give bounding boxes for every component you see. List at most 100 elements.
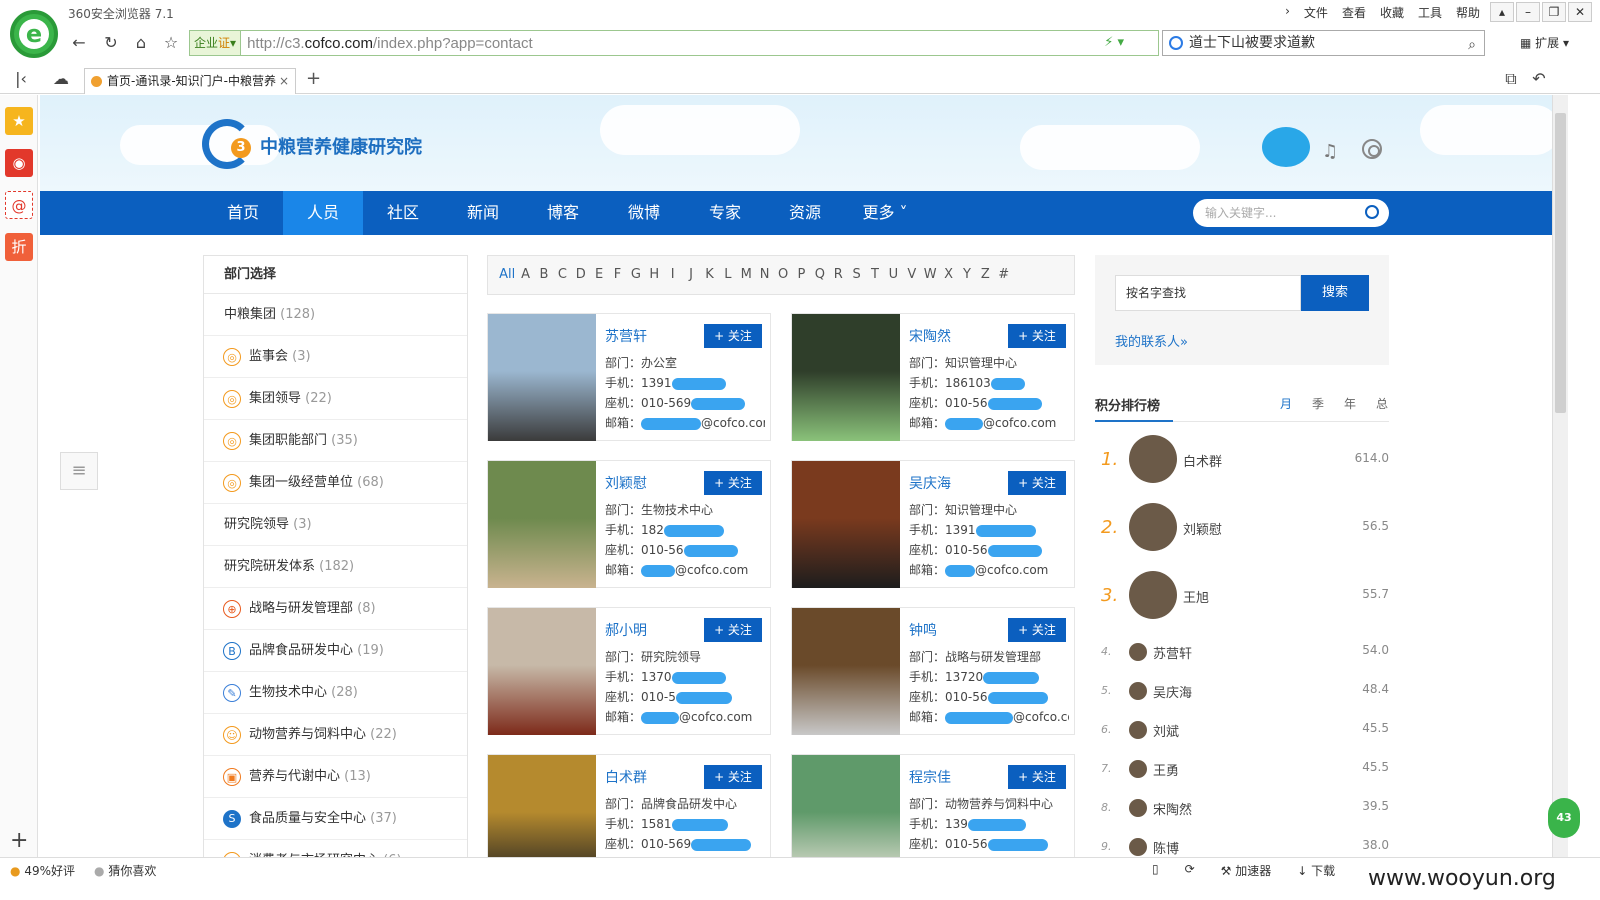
follow-button[interactable]: + 关注 <box>704 765 762 789</box>
site-name[interactable]: 中粮营养健康研究院 <box>260 133 422 159</box>
weibo-icon[interactable]: ◉ <box>5 149 33 177</box>
follow-button[interactable]: + 关注 <box>1008 324 1066 348</box>
follow-button[interactable]: + 关注 <box>704 618 762 642</box>
menu-tools[interactable]: 工具 <box>1418 4 1442 21</box>
accelerator-button[interactable]: ⚒ 加速器 <box>1221 862 1272 879</box>
alphabet-letter[interactable]: Y <box>958 256 976 294</box>
alphabet-letter[interactable]: G <box>627 256 645 294</box>
skin-icon[interactable]: ▴ <box>1490 2 1514 22</box>
department-item[interactable]: ◎ 监事会 (3) <box>204 336 467 378</box>
alphabet-letter[interactable]: D <box>572 256 590 294</box>
alphabet-letter[interactable]: M <box>737 256 755 294</box>
department-item[interactable]: ⊕ 战略与研发管理部 (8) <box>204 588 467 630</box>
department-item[interactable]: 中粮集团 (128) <box>204 294 467 336</box>
alphabet-letter[interactable]: O <box>774 256 792 294</box>
alphabet-letter[interactable]: All <box>498 256 516 294</box>
contact-photo[interactable] <box>488 755 596 865</box>
rank-avatar[interactable] <box>1129 838 1147 856</box>
star-icon[interactable]: ☆ <box>160 32 182 54</box>
nav-more[interactable]: 更多 ˅ <box>845 191 925 235</box>
alphabet-letter[interactable]: B <box>535 256 553 294</box>
menu-view[interactable]: 查看 <box>1342 4 1366 21</box>
tab-month[interactable]: 月 <box>1280 395 1292 412</box>
follow-button[interactable]: + 关注 <box>704 324 762 348</box>
guess-you-like[interactable]: ● 猜你喜欢 <box>94 862 156 879</box>
department-item[interactable]: ◎ 集团一级经营单位 (68) <box>204 462 467 504</box>
alphabet-letter[interactable]: P <box>792 256 810 294</box>
contact-name[interactable]: 苏营轩 <box>605 326 647 346</box>
menu-toggle-icon[interactable]: ≡ <box>60 452 98 490</box>
vertical-scrollbar[interactable] <box>1552 95 1568 865</box>
undo-close-icon[interactable]: ↶ <box>1528 68 1550 90</box>
department-item[interactable]: ◎ 集团职能部门 (35) <box>204 420 467 462</box>
url-text[interactable]: http://c3.cofco.com/index.php?app=contac… <box>241 35 533 52</box>
rank-name[interactable]: 王旭 <box>1183 587 1209 606</box>
menu-file[interactable]: 文件 <box>1304 4 1328 21</box>
nav-resources[interactable]: 资源 <box>765 191 845 235</box>
alphabet-letter[interactable]: S <box>847 256 865 294</box>
rank-avatar[interactable] <box>1129 760 1147 778</box>
tab-quarter[interactable]: 季 <box>1312 395 1324 412</box>
user-avatar[interactable] <box>1262 127 1310 167</box>
sidebar-add-icon[interactable]: + <box>10 828 28 853</box>
contact-card[interactable]: 宋陶然 + 关注 部门：知识管理中心 手机：186103 座机：010-56 邮箱： @co… <box>791 313 1075 441</box>
nav-weibo[interactable]: 微博 <box>604 191 684 235</box>
menu-favorites[interactable]: 收藏 <box>1380 4 1404 21</box>
contact-card[interactable]: 刘颖慰 + 关注 部门：生物技术中心 手机：182 座机：010-56 邮箱： @cofco… <box>487 460 771 588</box>
contact-card[interactable]: 程宗佳 + 关注 部门：动物营养与饲料中心 手机：139 座机：010-56 <box>791 754 1075 865</box>
alphabet-letter[interactable]: W <box>921 256 939 294</box>
restore-tab-icon[interactable]: ⧉ <box>1500 68 1522 90</box>
rank-name[interactable]: 刘颖慰 <box>1183 519 1222 538</box>
contact-card[interactable]: 吴庆海 + 关注 部门：知识管理中心 手机：1391 座机：010-56 邮箱： @cofc… <box>791 460 1075 588</box>
tab-year[interactable]: 年 <box>1344 395 1356 412</box>
my-contacts-link[interactable]: 我的联系人» <box>1115 331 1188 350</box>
contact-name[interactable]: 钟鸣 <box>909 620 937 640</box>
contact-name[interactable]: 宋陶然 <box>909 326 951 346</box>
department-item[interactable]: ☺ 动物营养与饲料中心 (22) <box>204 714 467 756</box>
discount-icon[interactable]: 折 <box>5 233 33 261</box>
contact-card[interactable]: 白术群 + 关注 部门：品牌食品研发中心 手机：1581 座机：010-569 <box>487 754 771 865</box>
contact-photo[interactable] <box>792 608 900 735</box>
rank-avatar[interactable] <box>1129 721 1147 739</box>
nav-experts[interactable]: 专家 <box>685 191 765 235</box>
sync-icon[interactable]: ⟳ <box>1185 862 1195 879</box>
alphabet-letter[interactable]: X <box>939 256 957 294</box>
contact-name[interactable]: 程宗佳 <box>909 767 951 787</box>
nav-blog[interactable]: 博客 <box>523 191 603 235</box>
follow-button[interactable]: + 关注 <box>1008 471 1066 495</box>
search-button[interactable]: 搜索 <box>1301 275 1369 311</box>
minimize-button[interactable]: – <box>1516 2 1540 22</box>
follow-button[interactable]: + 关注 <box>1008 618 1066 642</box>
nav-news[interactable]: 新闻 <box>443 191 523 235</box>
department-item[interactable]: ▣ 营养与代谢中心 (13) <box>204 756 467 798</box>
enterprise-badge[interactable]: 企业证▾ <box>190 31 242 55</box>
rank-name[interactable]: 宋陶然 <box>1153 799 1192 818</box>
rating-indicator[interactable]: ● 49%好评 <box>10 862 75 879</box>
rank-avatar[interactable] <box>1129 571 1177 619</box>
bell-icon[interactable]: ♫ <box>1322 141 1338 162</box>
department-item[interactable]: 研究院研发体系 (182) <box>204 546 467 588</box>
nav-home[interactable]: 首页 <box>203 191 283 235</box>
mail-icon[interactable]: @ <box>5 191 33 219</box>
contact-name[interactable]: 白术群 <box>605 767 647 787</box>
alphabet-letter[interactable]: J <box>682 256 700 294</box>
nav-people[interactable]: 人员 <box>283 191 363 235</box>
contact-card[interactable]: 钟鸣 + 关注 部门：战略与研发管理部 手机：13720 座机：010-56 邮箱： @co… <box>791 607 1075 735</box>
rank-name[interactable]: 吴庆海 <box>1153 682 1192 701</box>
menu-expand-icon[interactable]: › <box>1285 4 1290 21</box>
search-icon[interactable]: ⌕ <box>1468 33 1476 57</box>
nav-search-input[interactable]: 输入关键字... <box>1193 199 1389 227</box>
site-logo-icon[interactable]: 3 <box>202 119 252 169</box>
alphabet-letter[interactable]: R <box>829 256 847 294</box>
department-item[interactable]: ◎ 集团领导 (22) <box>204 378 467 420</box>
cloud-icon[interactable]: ☁ <box>50 68 72 90</box>
rank-name[interactable]: 陈博 <box>1153 838 1179 857</box>
contact-name[interactable]: 刘颖慰 <box>605 473 647 493</box>
rank-name[interactable]: 苏营轩 <box>1153 643 1192 662</box>
nav-community[interactable]: 社区 <box>363 191 443 235</box>
alphabet-letter[interactable]: Q <box>811 256 829 294</box>
new-tab-icon[interactable]: + <box>306 68 321 89</box>
browser-search-input[interactable]: 道士下山被要求道歉 ⌕ <box>1162 30 1485 56</box>
rank-name[interactable]: 刘斌 <box>1153 721 1179 740</box>
sidebar-toggle-icon[interactable]: |‹ <box>10 68 32 90</box>
